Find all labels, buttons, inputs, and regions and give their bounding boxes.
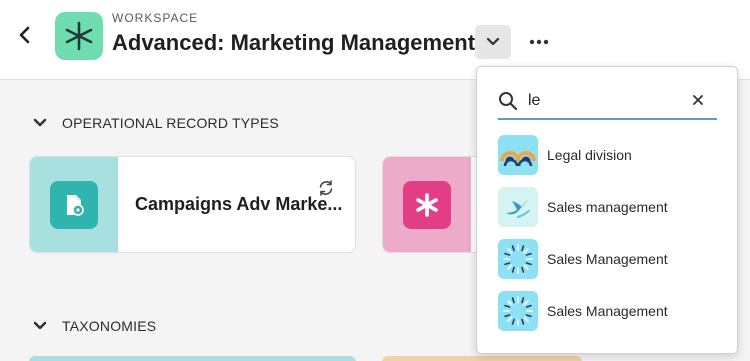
option-label: Sales Management [547, 251, 668, 267]
campaign-doc-icon [50, 180, 98, 229]
card-color-strip [383, 157, 471, 252]
card-color-strip [30, 157, 118, 252]
search-input[interactable] [528, 89, 678, 113]
sunburst-icon [498, 239, 538, 279]
section-taxonomies[interactable]: TAXONOMIES [32, 318, 156, 334]
workspace-option[interactable]: Sales management [498, 185, 728, 229]
record-type-card[interactable]: Campaigns Adv Marke... [29, 156, 356, 253]
rainbow-icon [498, 135, 538, 175]
taxonomy-card-peek[interactable] [382, 356, 582, 361]
sunburst-icon [498, 291, 538, 331]
more-horizontal-icon [529, 39, 549, 45]
chevron-down-icon [486, 37, 500, 46]
bird-icon [498, 187, 538, 227]
back-button[interactable] [14, 24, 36, 46]
close-icon[interactable] [691, 93, 705, 107]
workspace-icon [55, 12, 103, 60]
workspace-option[interactable]: Sales Management [498, 289, 728, 333]
more-options-button[interactable] [522, 27, 556, 57]
workspace-eyebrow: WORKSPACE [112, 11, 199, 25]
page-title: Advanced: Marketing Management [112, 30, 476, 55]
option-label: Sales Management [547, 303, 668, 319]
asterisk-icon [403, 180, 451, 229]
option-label: Legal division [547, 147, 632, 163]
sync-icon [319, 180, 333, 196]
section-label: OPERATIONAL RECORD TYPES [62, 115, 279, 131]
section-operational-record-types[interactable]: OPERATIONAL RECORD TYPES [32, 115, 279, 131]
search-icon [499, 92, 518, 111]
workspace-switcher-button[interactable] [475, 25, 511, 59]
option-label: Sales management [547, 199, 668, 215]
workspace-switcher-popover: Legal division Sales management [476, 66, 738, 354]
asterisk-icon [65, 21, 93, 51]
card-title: Campaigns Adv Marke... [135, 194, 343, 214]
workspace-option[interactable]: Sales Management [498, 237, 728, 281]
chevron-down-icon [33, 118, 47, 127]
workspace-option[interactable]: Legal division [498, 133, 728, 177]
workspace-search [498, 83, 717, 120]
section-label: TAXONOMIES [62, 318, 157, 334]
chevron-left-icon [19, 26, 30, 44]
chevron-down-icon [33, 321, 47, 330]
taxonomy-card-peek[interactable] [29, 356, 356, 361]
